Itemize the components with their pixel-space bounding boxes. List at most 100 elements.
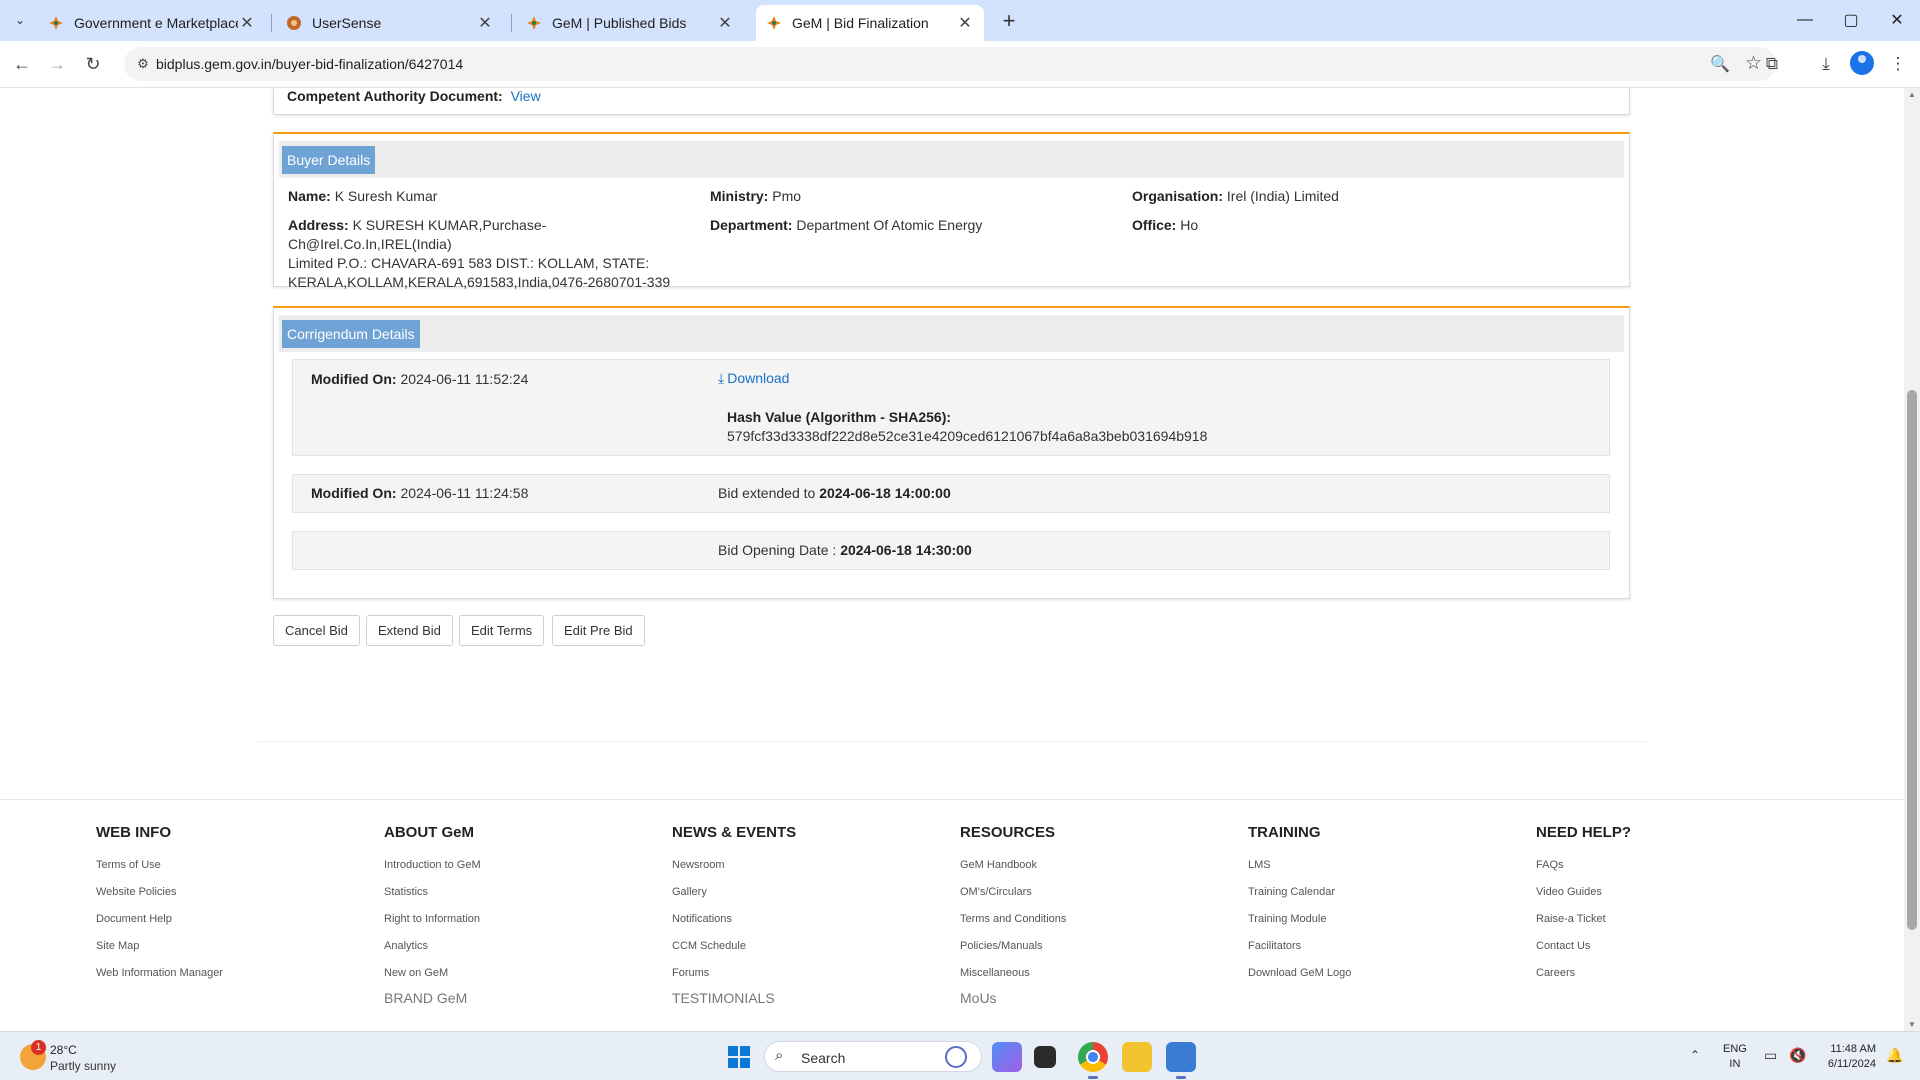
- tab-close-icon[interactable]: ✕: [476, 14, 494, 32]
- scrollbar-thumb[interactable]: [1907, 390, 1917, 930]
- corrigendum-details-panel: Corrigendum Details Modified On: 2024-06…: [273, 306, 1630, 599]
- tab-title: UserSense: [312, 15, 382, 31]
- scroll-up-arrow-icon[interactable]: ▲: [1908, 90, 1916, 99]
- footer-heading: RESOURCES: [960, 824, 1056, 841]
- system-clock[interactable]: 11:48 AM 6/11/2024: [1816, 1042, 1876, 1072]
- profile-avatar[interactable]: [1850, 51, 1874, 75]
- tab-close-icon[interactable]: ✕: [956, 14, 974, 32]
- tab-search-button[interactable]: ⌄: [8, 8, 32, 32]
- extend-bid-button[interactable]: Extend Bid: [366, 615, 453, 646]
- tab-usersense[interactable]: UserSense ✕: [276, 5, 504, 41]
- tab-bid-finalization[interactable]: GeM | Bid Finalization ✕: [756, 5, 984, 41]
- minimize-button[interactable]: —: [1782, 6, 1828, 34]
- footer-section-testimonials[interactable]: TESTIMONIALS: [672, 990, 775, 1006]
- footer-link[interactable]: Site Map: [96, 939, 223, 966]
- cancel-bid-button[interactable]: Cancel Bid: [273, 615, 360, 646]
- competent-authority-view-link[interactable]: View: [511, 88, 541, 104]
- footer-link[interactable]: Introduction to GeM: [384, 858, 481, 885]
- corrigendum-row: Modified On: 2024-06-11 11:52:24 ⤓ Downl…: [292, 359, 1610, 456]
- footer-link[interactable]: Statistics: [384, 885, 481, 912]
- terminal-app-icon[interactable]: [1034, 1046, 1056, 1068]
- tab-close-icon[interactable]: ✕: [238, 14, 256, 32]
- footer-link[interactable]: Web Information Manager: [96, 966, 223, 993]
- windows-start-icon[interactable]: [728, 1046, 750, 1068]
- footer-link[interactable]: Download GeM Logo: [1248, 966, 1351, 993]
- weather-temperature[interactable]: 28°C: [50, 1043, 77, 1057]
- footer-link[interactable]: Document Help: [96, 912, 223, 939]
- maximize-button[interactable]: ▢: [1828, 6, 1874, 34]
- page-scrollbar[interactable]: ▲ ▼: [1904, 88, 1920, 1031]
- back-arrow-icon[interactable]: ←: [9, 51, 35, 77]
- footer-link[interactable]: Facilitators: [1248, 939, 1351, 966]
- file-explorer-app-icon[interactable]: [1122, 1042, 1152, 1072]
- footer-link[interactable]: Terms and Conditions: [960, 912, 1066, 939]
- volume-muted-icon[interactable]: 🔇: [1789, 1047, 1806, 1064]
- footer-column-need-help: NEED HELP? FAQs Video Guides Raise-a Tic…: [1536, 824, 1631, 993]
- download-label[interactable]: Download: [727, 369, 789, 388]
- footer-link[interactable]: Terms of Use: [96, 858, 223, 885]
- zoom-icon[interactable]: 🔍: [1710, 54, 1730, 74]
- new-tab-button[interactable]: +: [996, 8, 1022, 34]
- forward-arrow-icon[interactable]: →: [44, 51, 70, 77]
- footer-link[interactable]: Miscellaneous: [960, 966, 1066, 993]
- bid-extended-label: Bid extended to: [718, 485, 816, 501]
- scroll-down-arrow-icon[interactable]: ▼: [1908, 1020, 1916, 1029]
- footer-link[interactable]: Notifications: [672, 912, 796, 939]
- footer-link[interactable]: Contact Us: [1536, 939, 1631, 966]
- language-indicator[interactable]: ENG IN: [1723, 1042, 1747, 1072]
- footer-link[interactable]: LMS: [1248, 858, 1351, 885]
- footer-link[interactable]: Policies/Manuals: [960, 939, 1066, 966]
- weather-description[interactable]: Partly sunny: [50, 1059, 116, 1073]
- footer-link[interactable]: CCM Schedule: [672, 939, 796, 966]
- footer-link[interactable]: GeM Handbook: [960, 858, 1066, 885]
- buyer-name-label: Name:: [288, 188, 331, 204]
- download-icon[interactable]: ⤓: [1813, 51, 1839, 77]
- taskbar-search-box[interactable]: ⌕ Search: [764, 1041, 982, 1072]
- pinned-app-icon[interactable]: [1166, 1042, 1196, 1079]
- reload-icon[interactable]: ↻: [80, 51, 106, 77]
- corrigendum-download-link[interactable]: ⤓ Download: [718, 369, 789, 388]
- tab-gem-marketplace[interactable]: Government e Marketplace (Ge ✕: [38, 5, 266, 41]
- footer-link[interactable]: Forums: [672, 966, 796, 993]
- url-text[interactable]: bidplus.gem.gov.in/buyer-bid-finalizatio…: [156, 56, 463, 72]
- footer-link[interactable]: Video Guides: [1536, 885, 1631, 912]
- footer-link[interactable]: OM's/Circulars: [960, 885, 1066, 912]
- footer-link[interactable]: Careers: [1536, 966, 1631, 993]
- footer-link[interactable]: Training Calendar: [1248, 885, 1351, 912]
- corrigendum-details-header: Corrigendum Details: [279, 315, 1624, 352]
- notification-bell-icon[interactable]: 🔔: [1886, 1047, 1903, 1064]
- footer-section-mous[interactable]: MoUs: [960, 990, 997, 1006]
- footer-link[interactable]: Website Policies: [96, 885, 223, 912]
- footer-column-web-info: WEB INFO Terms of Use Website Policies D…: [96, 824, 223, 993]
- clock-time: 11:48 AM: [1830, 1043, 1876, 1055]
- tab-close-icon[interactable]: ✕: [716, 14, 734, 32]
- extensions-icon[interactable]: ⧉: [1759, 51, 1785, 77]
- chrome-app-icon[interactable]: [1078, 1042, 1108, 1079]
- tray-expand-chevron-icon[interactable]: ⌃: [1690, 1048, 1700, 1062]
- footer-link[interactable]: Newsroom: [672, 858, 796, 885]
- footer-link[interactable]: Gallery: [672, 885, 796, 912]
- taskbar-search-placeholder[interactable]: Search: [801, 1050, 845, 1066]
- footer-link[interactable]: FAQs: [1536, 858, 1631, 885]
- site-info-icon[interactable]: ⚙: [134, 55, 152, 73]
- copilot-app-icon[interactable]: [992, 1042, 1022, 1072]
- edit-pre-bid-button[interactable]: Edit Pre Bid: [552, 615, 645, 646]
- footer-link[interactable]: Training Module: [1248, 912, 1351, 939]
- menu-icon[interactable]: ⋮: [1885, 51, 1911, 77]
- network-icon[interactable]: ▭: [1764, 1047, 1777, 1064]
- footer-link[interactable]: Raise-a Ticket: [1536, 912, 1631, 939]
- footer-link[interactable]: Right to Information: [384, 912, 481, 939]
- bid-extended-date: 2024-06-18 14:00:00: [819, 485, 951, 501]
- gem-favicon-icon: [527, 16, 541, 30]
- footer-column-about-gem: ABOUT GeM Introduction to GeM Statistics…: [384, 824, 481, 1006]
- corrigendum-row: Modified On: 2024-06-11 11:24:58 Bid ext…: [292, 474, 1610, 513]
- footer-link[interactable]: New on GeM: [384, 966, 481, 993]
- gem-favicon-icon: [767, 16, 781, 30]
- footer-heading: NEED HELP?: [1536, 824, 1632, 841]
- tab-published-bids[interactable]: GeM | Published Bids ✕: [516, 5, 744, 41]
- footer-section-brand-gem[interactable]: BRAND GeM: [384, 990, 467, 1006]
- edit-terms-button[interactable]: Edit Terms: [459, 615, 545, 646]
- close-window-button[interactable]: ✕: [1874, 6, 1920, 34]
- address-bar[interactable]: ⚙ bidplus.gem.gov.in/buyer-bid-finalizat…: [124, 47, 1776, 81]
- footer-link[interactable]: Analytics: [384, 939, 481, 966]
